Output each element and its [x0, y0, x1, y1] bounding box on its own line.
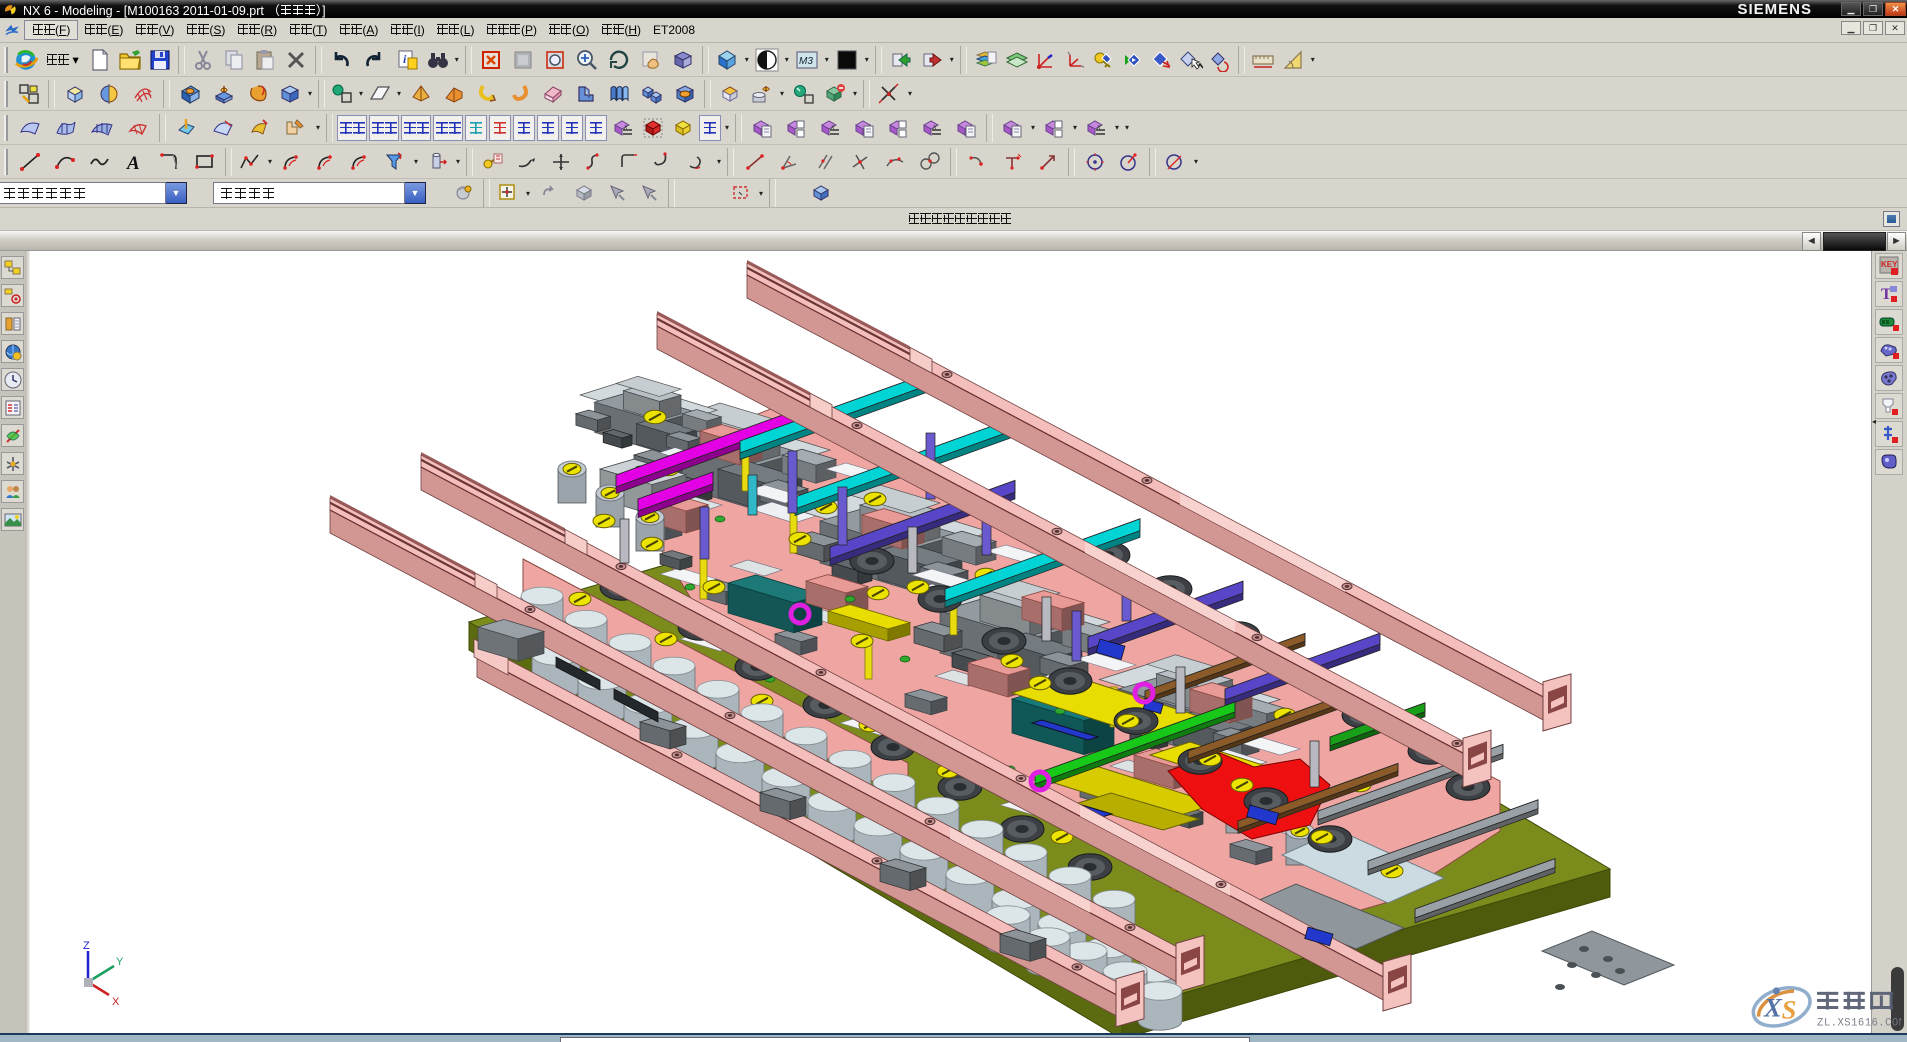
svg-text:X: X — [112, 996, 120, 1008]
svg-text:X: X — [1763, 993, 1783, 1023]
svg-text:x: x — [623, 124, 628, 131]
svg-text:ZL.XS1616.COM: ZL.XS1616.COM — [1817, 1017, 1901, 1029]
svg-text:Z: Z — [83, 940, 90, 952]
svg-text:KEY: KEY — [1881, 260, 1898, 269]
svg-text:x: x — [932, 124, 937, 131]
svg-text:M3: M3 — [799, 56, 813, 67]
svg-text:A: A — [126, 153, 140, 174]
svg-text:x: x — [830, 124, 835, 131]
svg-text:x: x — [1096, 124, 1101, 131]
svg-text:S: S — [1782, 994, 1797, 1024]
svg-text:Y: Y — [116, 956, 124, 968]
